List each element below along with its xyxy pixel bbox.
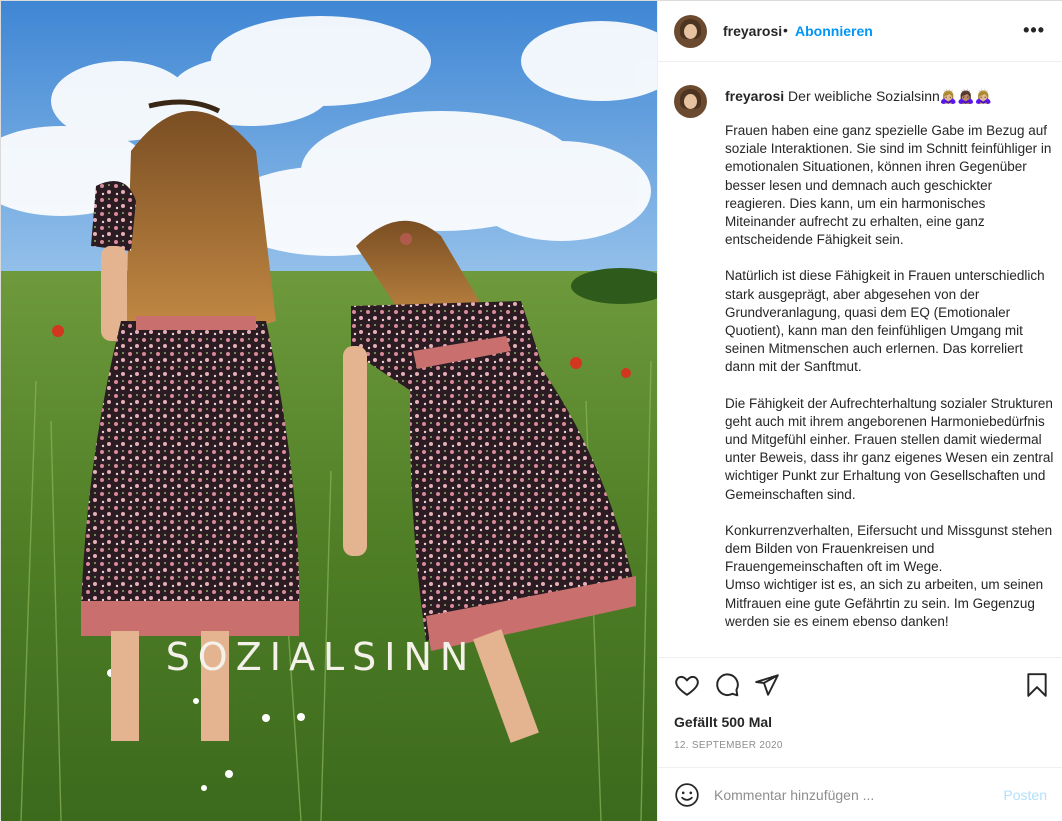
- caption-paragraph: Frauen haben eine ganz spezielle Gabe im…: [725, 123, 1052, 248]
- likes-count[interactable]: Gefällt 500 Mal: [674, 714, 772, 730]
- caption-emoji: 🙇🏼‍♀️🙇🏽‍♀️🙇🏼‍♀️: [939, 88, 993, 104]
- bookmark-icon[interactable]: [1024, 672, 1052, 700]
- comment-icon[interactable]: [714, 672, 742, 700]
- follow-button[interactable]: Abonnieren: [795, 23, 873, 39]
- caption-title: Der weibliche Sozialsinn: [788, 88, 940, 104]
- post-date[interactable]: 12. SEPTEMBER 2020: [674, 740, 783, 751]
- caption-title-line: freyarosi Der weibliche Sozialsinn🙇🏼‍♀️🙇…: [725, 88, 1055, 105]
- post-photo-illustration: [1, 1, 657, 821]
- comment-bar: Posten: [658, 767, 1062, 821]
- heart-icon[interactable]: [674, 672, 702, 700]
- post-image[interactable]: SOZIALSINN: [1, 1, 657, 821]
- share-icon[interactable]: [754, 672, 782, 700]
- caption-paragraph: Konkurrenzverhalten, Eifersucht und Miss…: [725, 522, 1053, 629]
- caption-paragraph: Die Fähigkeit der Aufrechterhaltung sozi…: [725, 395, 1054, 502]
- emoji-icon[interactable]: [674, 782, 700, 808]
- caption-section: freyarosi Der weibliche Sozialsinn🙇🏼‍♀️🙇…: [658, 63, 1062, 657]
- username-link[interactable]: freyarosi: [723, 23, 782, 39]
- image-overlay-text: SOZIALSINN: [165, 635, 477, 679]
- caption-username-link[interactable]: freyarosi: [725, 88, 784, 104]
- instagram-post-modal: SOZIALSINN freyarosi • Abonnieren ••• fr…: [0, 0, 1062, 821]
- caption-avatar[interactable]: [674, 85, 707, 118]
- caption-body: Frauen haben eine ganz spezielle Gabe im…: [725, 122, 1055, 649]
- more-icon[interactable]: •••: [1023, 20, 1045, 41]
- post-button[interactable]: Posten: [1003, 787, 1047, 803]
- post-header: freyarosi • Abonnieren •••: [658, 1, 1062, 62]
- post-side-panel: freyarosi • Abonnieren ••• freyarosi Der…: [657, 1, 1062, 821]
- avatar[interactable]: [674, 15, 707, 48]
- separator-dot: •: [783, 22, 788, 38]
- caption-paragraph: Natürlich ist diese Fähigkeit in Frauen …: [725, 268, 1045, 375]
- comment-input[interactable]: [714, 784, 994, 806]
- action-bar: Gefällt 500 Mal 12. SEPTEMBER 2020: [658, 657, 1062, 767]
